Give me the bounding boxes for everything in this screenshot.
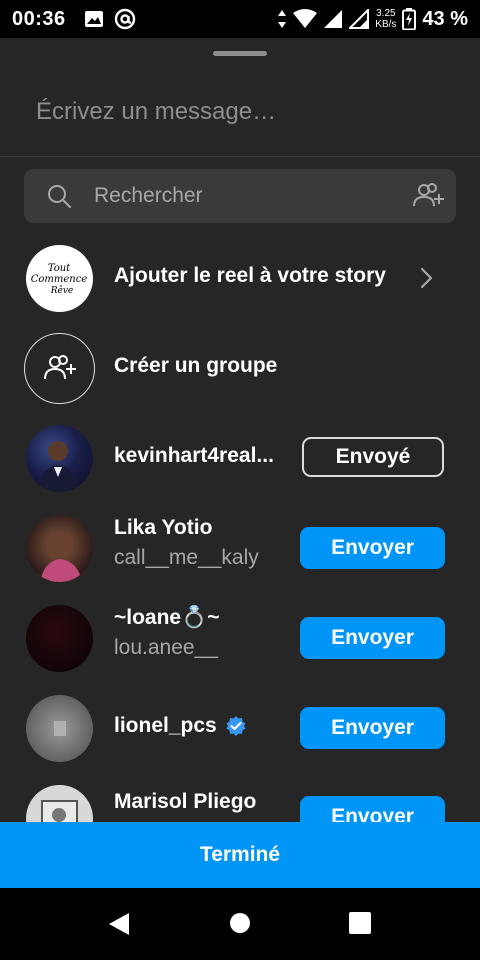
network-speed-unit: KB/s	[375, 19, 397, 30]
contact-row: lionel_pcs Envoyer	[0, 688, 480, 768]
back-icon[interactable]	[107, 911, 131, 937]
add-to-story-row[interactable]: Tout Commence Rêve Ajouter le reel à vot…	[0, 238, 480, 318]
create-group-label: Créer un groupe	[114, 354, 278, 377]
signal-icon	[324, 10, 343, 28]
send-button[interactable]: Envoyer	[300, 527, 445, 569]
avatar-photo-icon	[54, 720, 66, 736]
sent-button[interactable]: Envoyé	[302, 437, 444, 477]
network-speed-value: 3.25	[376, 8, 396, 19]
battery-percentage: 43 %	[422, 7, 468, 30]
contact-name: kevinhart4real...	[114, 444, 274, 467]
story-logo-text-3: Rêve	[50, 285, 74, 296]
add-to-story-label: Ajouter le reel à votre story	[114, 264, 386, 287]
recents-icon[interactable]	[349, 912, 371, 934]
contact-name: lionel_pcs	[114, 714, 217, 737]
contact-row: kevinhart4real... Envoyé	[0, 418, 480, 498]
gallery-notification-icon	[84, 11, 103, 27]
avatar[interactable]	[26, 514, 93, 582]
send-button[interactable]: Envoyer	[300, 617, 445, 659]
status-right: 3.25 KB/s 43 %	[277, 8, 468, 31]
chevron-right-icon	[420, 267, 433, 289]
create-group-avatar	[24, 332, 95, 404]
status-notification-icons	[84, 8, 136, 30]
search-placeholder: Rechercher	[94, 184, 203, 207]
story-logo-text-2: Commence	[31, 274, 88, 285]
contact-name: Marisol Pliego	[114, 790, 257, 813]
send-button[interactable]: Envoyer	[300, 707, 445, 749]
share-sheet: Écrivez un message… Rechercher Tout Comm…	[0, 38, 480, 888]
contact-row: ~loane💍~ lou.anee__ Envoyer	[0, 598, 480, 678]
wifi-icon	[293, 9, 318, 28]
avatar[interactable]	[26, 424, 93, 492]
status-time: 00:36	[12, 7, 66, 30]
story-logo-icon: Tout Commence Rêve	[31, 263, 88, 296]
story-avatar: Tout Commence Rêve	[26, 244, 93, 312]
message-input[interactable]: Écrivez un message…	[36, 94, 436, 130]
divider	[0, 156, 480, 157]
create-group-row[interactable]: Créer un groupe	[0, 328, 480, 408]
search-icon	[48, 185, 71, 208]
avatar-photo-icon	[40, 532, 82, 582]
add-people-icon[interactable]	[410, 178, 446, 214]
signal-secondary-icon	[349, 9, 370, 29]
home-icon[interactable]	[229, 912, 251, 934]
avatar-photo-icon	[38, 440, 80, 492]
data-transfer-icon	[278, 10, 287, 28]
contact-username: call__me__kaly	[114, 546, 259, 569]
drag-handle[interactable]	[213, 51, 267, 56]
search-bar[interactable]: Rechercher	[24, 169, 456, 223]
contact-username: lou.anee__	[114, 636, 218, 659]
avatar[interactable]	[26, 694, 93, 762]
story-logo-text-1: Tout	[48, 263, 71, 274]
contact-name: Lika Yotio	[114, 516, 213, 539]
verified-badge-icon	[226, 716, 246, 736]
network-speed: 3.25 KB/s	[375, 8, 396, 30]
contact-row: Lika Yotio call__me__kaly Envoyer	[0, 508, 480, 588]
avatar[interactable]	[26, 604, 93, 672]
status-bar: 00:36 3.25 KB/s 43 %	[0, 0, 480, 38]
at-sign-notification-icon	[114, 8, 135, 30]
battery-charging-icon	[402, 8, 417, 30]
contact-name: ~loane💍~	[114, 606, 220, 629]
system-nav-bar	[0, 888, 480, 960]
done-button[interactable]: Terminé	[0, 822, 480, 888]
group-icon	[43, 355, 76, 380]
